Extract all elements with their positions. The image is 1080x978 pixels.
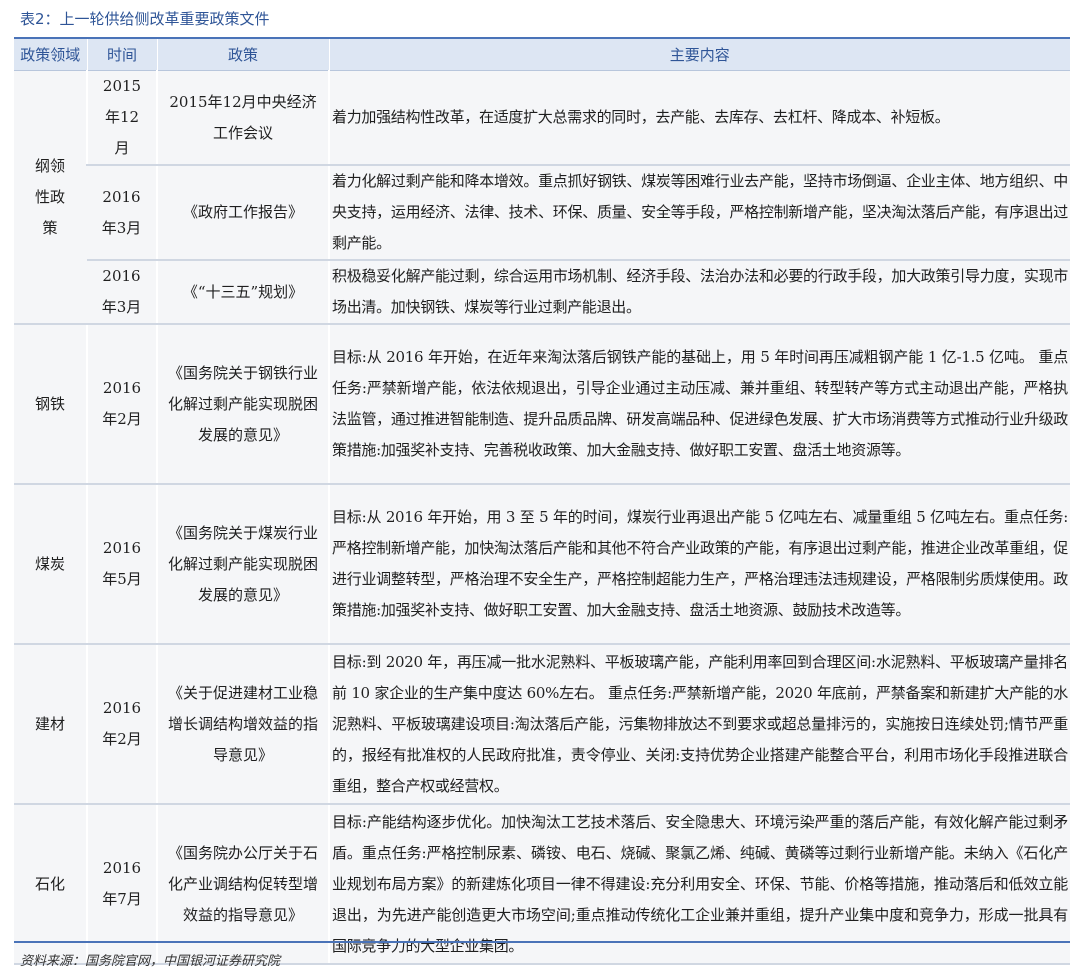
content-cell: 目标:到 2020 年，再压减一批水泥熟料、平板玻璃产能，产能利用率回到合理区间… [328, 644, 1070, 805]
time-cell: 2015年12月 [86, 70, 157, 166]
policy-cell: 《国务院办公厅关于石化产业调结构促转型增效益的指导意见》 [156, 804, 329, 965]
time-cell: 2016年7月 [86, 804, 157, 965]
table-row: 2016年3月 《“十三五”规划》 积极稳妥化解产能过剩，综合运用市场机制、经济… [14, 260, 1070, 325]
header-content: 主要内容 [328, 39, 1070, 71]
table-row: 钢铁 2016年2月 《国务院关于钢铁行业化解过剩产能实现脱困发展的意见》 目标… [14, 324, 1070, 485]
policy-cell: 《关于促进建材工业稳增长调结构增效益的指导意见》 [156, 644, 329, 805]
policy-table: 政策领域 时间 政策 主要内容 纲领性政策 2015年12月 2015年12月中… [14, 39, 1070, 965]
domain-cell: 钢铁 [14, 324, 87, 485]
domain-cell: 建材 [14, 644, 87, 805]
table-row: 煤炭 2016年5月 《国务院关于煤炭行业化解过剩产能实现脱困发展的意见》 目标… [14, 484, 1070, 645]
content-cell: 目标:从 2016 年开始，在近年来淘汰落后钢铁产能的基础上，用 5 年时间再压… [328, 324, 1070, 485]
time-cell: 2016年3月 [87, 260, 157, 325]
time-cell: 2016年5月 [86, 484, 157, 645]
bottom-rule [14, 941, 1070, 943]
table-row: 石化 2016年7月 《国务院办公厅关于石化产业调结构促转型增效益的指导意见》 … [14, 804, 1070, 965]
content-cell: 着力加强结构性改革，在适度扩大总需求的同时，去产能、去库存、去杠杆、降成本、补短… [328, 70, 1070, 166]
content-cell: 积极稳妥化解产能过剩，综合运用市场机制、经济手段、法治办法和必要的行政手段，加大… [328, 260, 1070, 325]
time-cell: 2016年3月 [87, 165, 157, 261]
content-cell: 目标:从 2016 年开始，用 3 至 5 年的时间，煤炭行业再退出产能 5 亿… [328, 484, 1070, 645]
header-time: 时间 [86, 39, 157, 71]
table-row: 建材 2016年2月 《关于促进建材工业稳增长调结构增效益的指导意见》 目标:到… [14, 644, 1070, 805]
content-cell: 目标:产能结构逐步优化。加快淘汰工艺技术落后、安全隐患大、环境污染严重的落后产能… [328, 804, 1070, 965]
policy-cell: 《国务院关于钢铁行业化解过剩产能实现脱困发展的意见》 [156, 324, 329, 485]
table-row: 2016年3月 《政府工作报告》 着力化解过剩产能和降本增效。重点抓好钢铁、煤炭… [14, 165, 1070, 261]
header-policy: 政策 [156, 39, 329, 71]
table-row: 纲领性政策 2015年12月 2015年12月中央经济工作会议 着力加强结构性改… [14, 70, 1070, 325]
policy-cell: 2015年12月中央经济工作会议 [156, 70, 329, 166]
table-caption: 表2：上一轮供给侧改革重要政策文件 [20, 10, 270, 28]
source-note: 资料来源：国务院官网，中国银河证券研究院 [20, 954, 281, 969]
policy-cell: 《国务院关于煤炭行业化解过剩产能实现脱困发展的意见》 [156, 484, 329, 645]
domain-cell: 煤炭 [14, 484, 87, 645]
domain-cell: 石化 [14, 804, 87, 965]
header-domain: 政策领域 [14, 39, 87, 71]
header-row: 政策领域 时间 政策 主要内容 [14, 39, 1070, 71]
time-cell: 2016年2月 [86, 324, 157, 485]
domain-cell: 纲领性政策 [14, 70, 87, 325]
content-cell: 着力化解过剩产能和降本增效。重点抓好钢铁、煤炭等困难行业去产能，坚持市场倒逼、企… [328, 165, 1070, 261]
time-cell: 2016年2月 [86, 644, 157, 805]
policy-cell: 《政府工作报告》 [156, 165, 329, 261]
policy-cell: 《“十三五”规划》 [156, 260, 329, 325]
